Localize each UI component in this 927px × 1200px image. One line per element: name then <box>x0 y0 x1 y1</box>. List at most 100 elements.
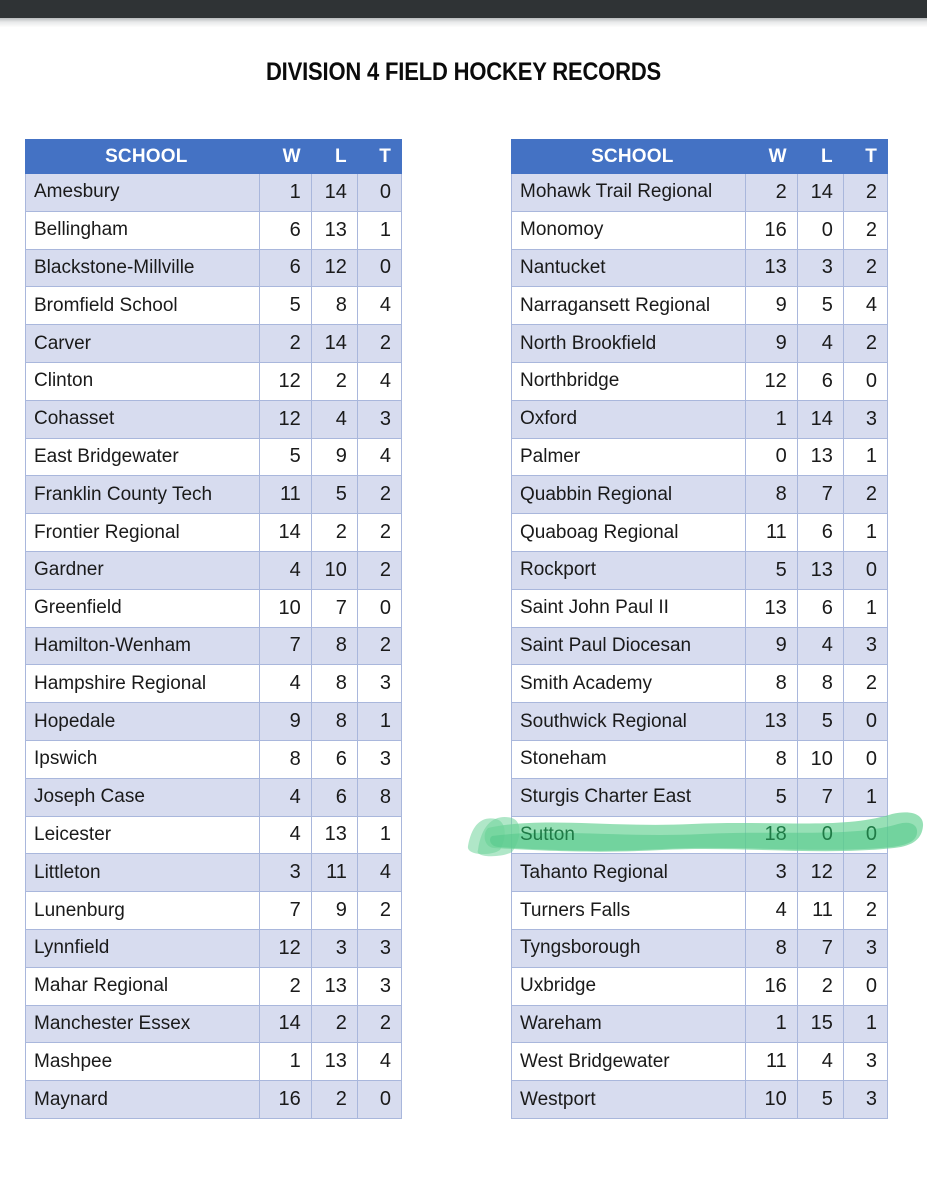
cell-ties: 2 <box>842 891 889 930</box>
table-row[interactable]: Saint John Paul II 13 6 1 <box>511 588 889 628</box>
table-row[interactable]: Southwick Regional 13 5 0 <box>511 702 889 741</box>
table-row[interactable]: Leicester 4 13 1 <box>25 815 403 855</box>
cell-wins: 9 <box>744 324 798 363</box>
table-row[interactable]: Northbridge 12 6 0 <box>511 361 889 401</box>
column-header-ties[interactable]: T <box>842 139 889 174</box>
cell-ties: 2 <box>842 664 889 704</box>
cell-school: Northbridge <box>511 361 746 401</box>
table-row[interactable]: Clinton 12 2 4 <box>25 361 403 401</box>
table-row[interactable]: Bromfield School 5 8 4 <box>25 286 403 326</box>
cell-losses: 7 <box>310 588 358 628</box>
cell-ties: 0 <box>842 361 889 401</box>
cell-ties: 0 <box>356 1080 403 1119</box>
table-row[interactable]: Hampshire Regional 4 8 3 <box>25 664 403 704</box>
cell-losses: 11 <box>310 853 358 893</box>
column-header-ties[interactable]: T <box>356 139 403 174</box>
cell-wins: 5 <box>744 777 798 817</box>
table-row[interactable]: Tyngsborough 8 7 3 <box>511 928 889 968</box>
table-row[interactable]: Saint Paul Diocesan 9 4 3 <box>511 626 889 666</box>
column-header-school[interactable]: SCHOOL <box>25 139 260 174</box>
cell-ties: 2 <box>842 324 889 363</box>
table-row[interactable]: Hopedale 9 8 1 <box>25 702 403 741</box>
column-header-losses[interactable]: L <box>310 139 358 174</box>
table-row[interactable]: Wareham 1 15 1 <box>511 1004 889 1044</box>
cell-losses: 14 <box>310 324 358 363</box>
cell-losses: 10 <box>796 739 844 779</box>
table-row[interactable]: Westport 10 5 3 <box>511 1080 889 1119</box>
table-row[interactable]: Gardner 4 10 2 <box>25 550 403 590</box>
cell-school: Nantucket <box>511 248 746 288</box>
table-row[interactable]: Lynnfield 12 3 3 <box>25 928 403 968</box>
column-header-losses[interactable]: L <box>796 139 844 174</box>
cell-wins: 2 <box>258 966 312 1006</box>
table-row[interactable]: Lunenburg 7 9 2 <box>25 891 403 930</box>
cell-ties: 2 <box>356 891 403 930</box>
table-row[interactable]: Ipswich 8 6 3 <box>25 739 403 779</box>
table-row[interactable]: North Brookfield 9 4 2 <box>511 324 889 363</box>
cell-losses: 4 <box>796 626 844 666</box>
table-row[interactable]: Sutton 18 0 0 <box>511 815 889 855</box>
table-row[interactable]: Tahanto Regional 3 12 2 <box>511 853 889 893</box>
table-row[interactable]: Cohasset 12 4 3 <box>25 399 403 439</box>
table-row[interactable]: Mohawk Trail Regional 2 14 2 <box>511 173 889 212</box>
cell-wins: 1 <box>258 1042 312 1082</box>
table-row[interactable]: Palmer 0 13 1 <box>511 437 889 477</box>
table-row[interactable]: Blackstone-Millville 6 12 0 <box>25 248 403 288</box>
table-row[interactable]: Joseph Case 4 6 8 <box>25 777 403 817</box>
table-row[interactable]: Quabbin Regional 8 7 2 <box>511 475 889 515</box>
cell-school: Uxbridge <box>511 966 746 1006</box>
cell-ties: 4 <box>356 286 403 326</box>
cell-school: Tahanto Regional <box>511 853 746 893</box>
table-row[interactable]: Monomoy 16 0 2 <box>511 210 889 250</box>
table-row[interactable]: Uxbridge 16 2 0 <box>511 966 889 1006</box>
cell-wins: 3 <box>258 853 312 893</box>
cell-wins: 4 <box>258 777 312 817</box>
table-row[interactable]: Hamilton-Wenham 7 8 2 <box>25 626 403 666</box>
cell-school: Tyngsborough <box>511 928 746 968</box>
column-header-wins[interactable]: W <box>744 139 798 174</box>
cell-school: Lynnfield <box>25 928 260 968</box>
table-row[interactable]: Maynard 16 2 0 <box>25 1080 403 1119</box>
table-row[interactable]: West Bridgewater 11 4 3 <box>511 1042 889 1082</box>
table-row[interactable]: Rockport 5 13 0 <box>511 550 889 590</box>
cell-wins: 13 <box>744 248 798 288</box>
column-header-school[interactable]: SCHOOL <box>511 139 746 174</box>
cell-losses: 13 <box>310 966 358 1006</box>
table-row[interactable]: Sturgis Charter East 5 7 1 <box>511 777 889 817</box>
cell-ties: 2 <box>356 550 403 590</box>
cell-ties: 1 <box>842 1004 889 1044</box>
table-row[interactable]: Frontier Regional 14 2 2 <box>25 513 403 552</box>
cell-wins: 8 <box>744 664 798 704</box>
cell-school: Mahar Regional <box>25 966 260 1006</box>
header-row: SCHOOL W L T <box>25 139 403 174</box>
table-row[interactable]: Mashpee 1 13 4 <box>25 1042 403 1082</box>
table-row[interactable]: Narragansett Regional 9 5 4 <box>511 286 889 326</box>
table-row[interactable]: Turners Falls 4 11 2 <box>511 891 889 930</box>
table-row[interactable]: Bellingham 6 13 1 <box>25 210 403 250</box>
table-row[interactable]: Carver 2 14 2 <box>25 324 403 363</box>
table-row[interactable]: Littleton 3 11 4 <box>25 853 403 893</box>
table-row[interactable]: Stoneham 8 10 0 <box>511 739 889 779</box>
table-row[interactable]: East Bridgewater 5 9 4 <box>25 437 403 477</box>
cell-wins: 12 <box>258 928 312 968</box>
cell-wins: 10 <box>258 588 312 628</box>
table-row[interactable]: Mahar Regional 2 13 3 <box>25 966 403 1006</box>
table-row[interactable]: Nantucket 13 3 2 <box>511 248 889 288</box>
cell-losses: 5 <box>796 702 844 741</box>
column-header-wins[interactable]: W <box>258 139 312 174</box>
table-row[interactable]: Oxford 1 14 3 <box>511 399 889 439</box>
cell-ties: 0 <box>842 550 889 590</box>
cell-losses: 2 <box>310 513 358 552</box>
cell-school: Franklin County Tech <box>25 475 260 515</box>
table-row[interactable]: Franklin County Tech 11 5 2 <box>25 475 403 515</box>
table-row[interactable]: Greenfield 10 7 0 <box>25 588 403 628</box>
cell-wins: 5 <box>258 286 312 326</box>
table-row[interactable]: Smith Academy 8 8 2 <box>511 664 889 704</box>
cell-school: Littleton <box>25 853 260 893</box>
table-row[interactable]: Manchester Essex 14 2 2 <box>25 1004 403 1044</box>
table-row[interactable]: Quaboag Regional 11 6 1 <box>511 513 889 552</box>
cell-losses: 0 <box>796 210 844 250</box>
table-row[interactable]: Amesbury 1 14 0 <box>25 173 403 212</box>
cell-school: Lunenburg <box>25 891 260 930</box>
cell-losses: 4 <box>796 1042 844 1082</box>
